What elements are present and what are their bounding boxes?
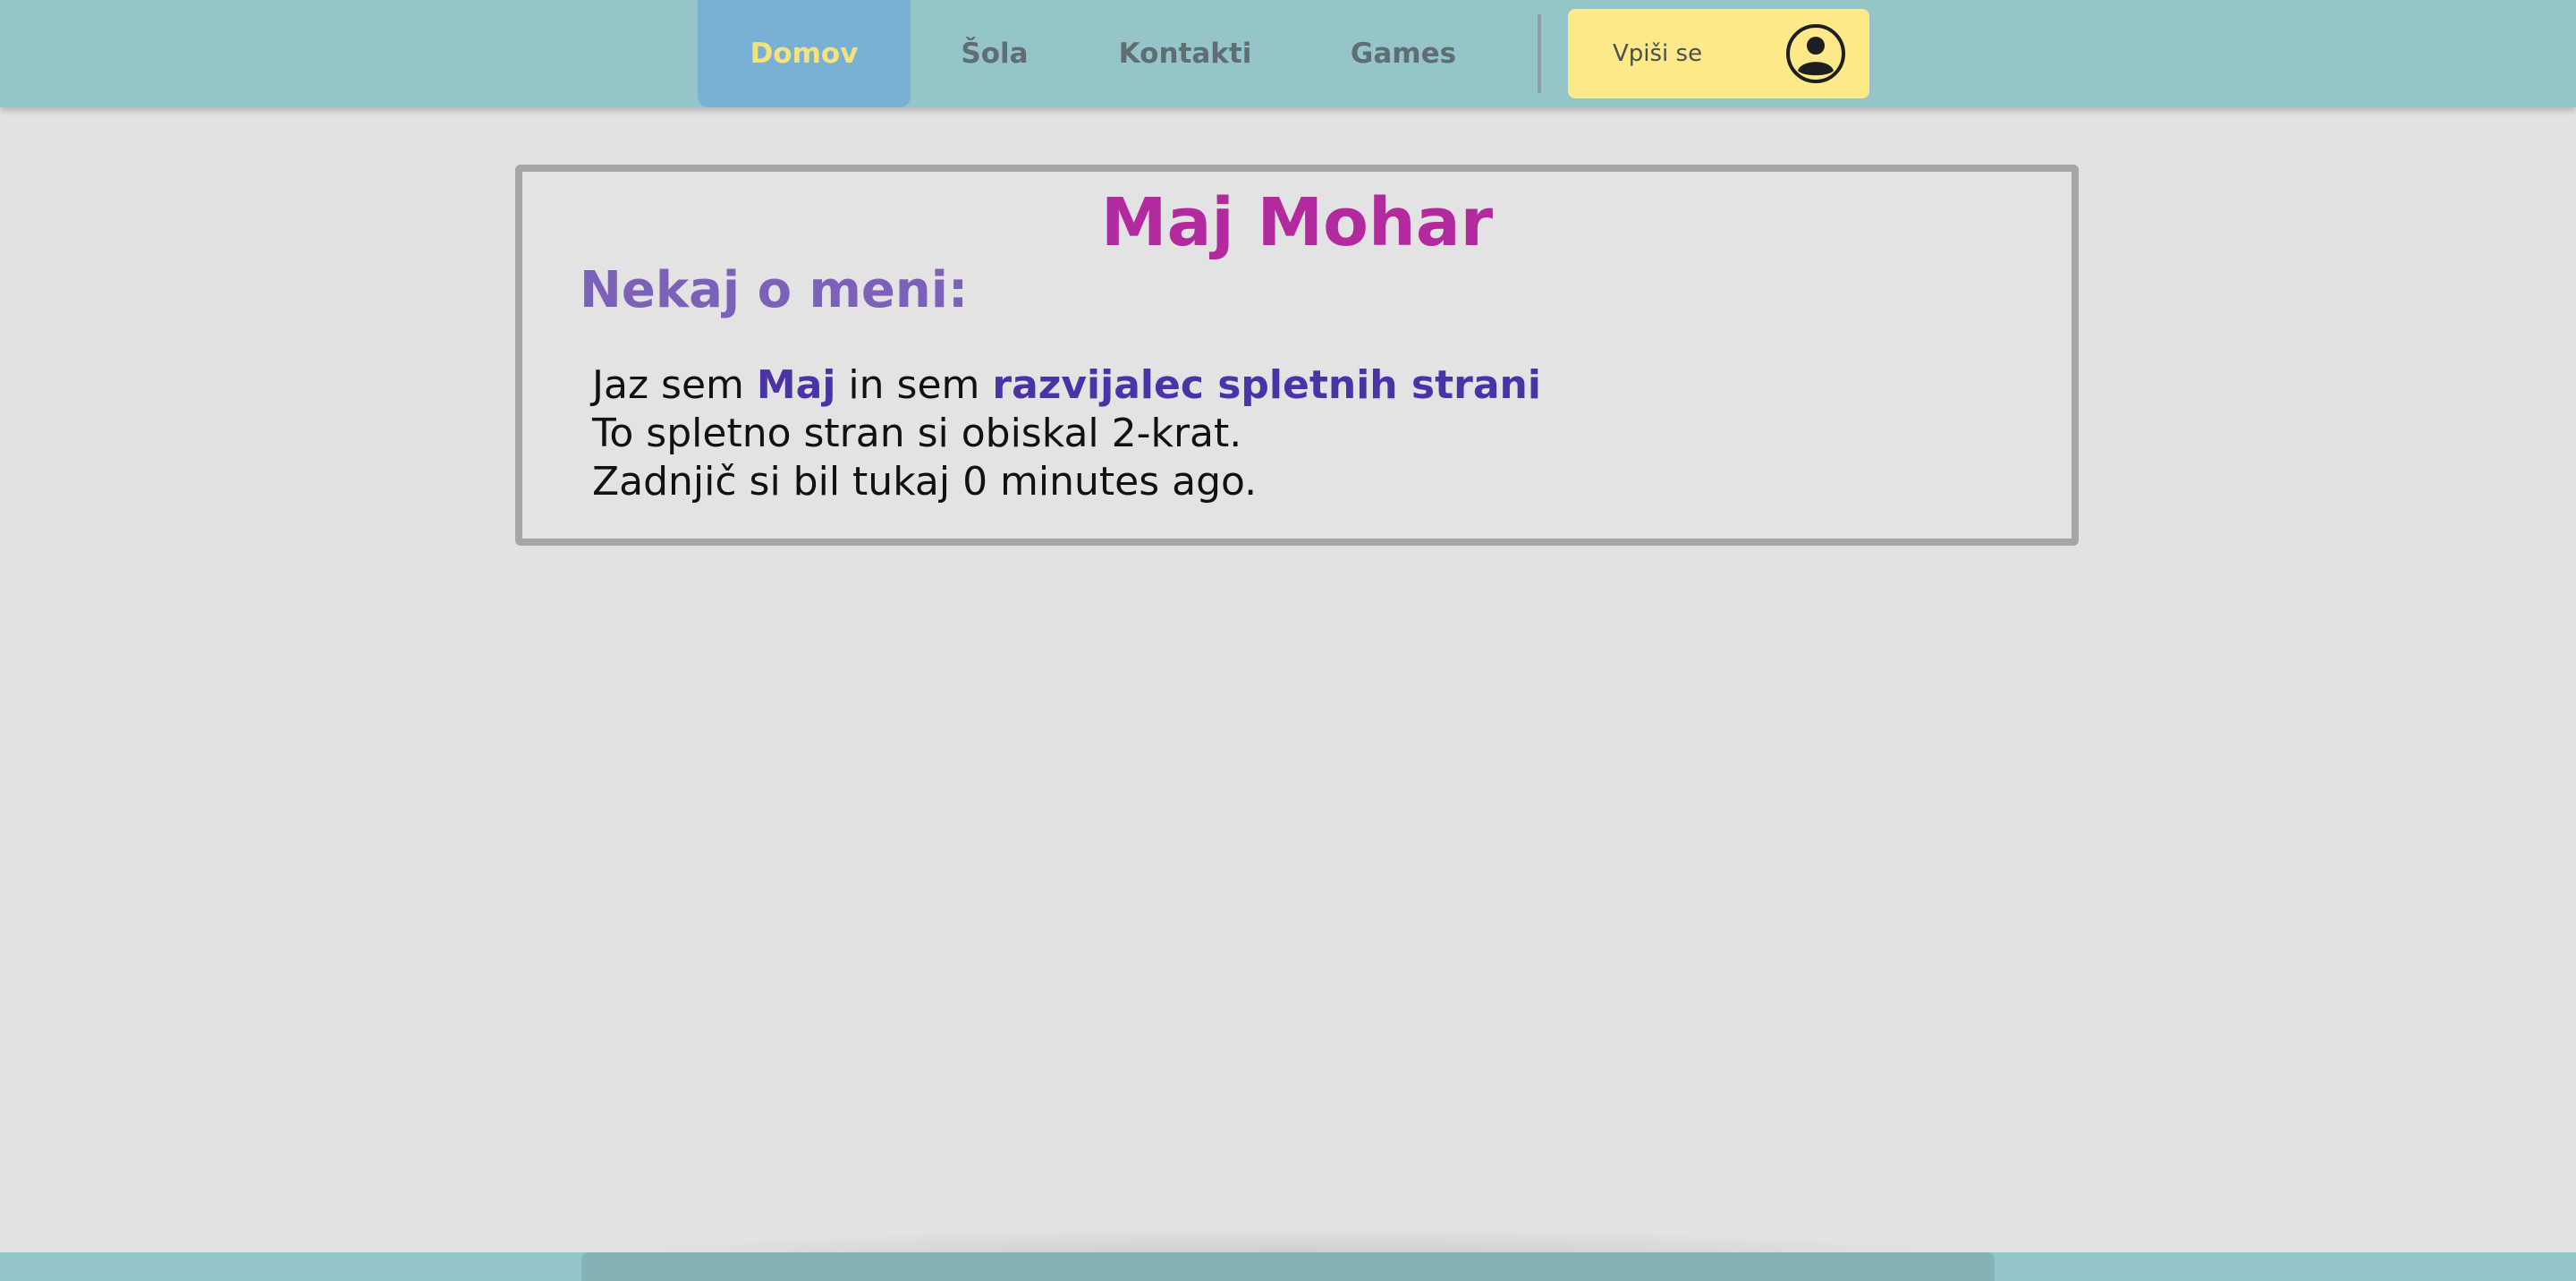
about-heading: Nekaj o meni: xyxy=(580,261,969,319)
intro-middle: in sem xyxy=(835,362,993,408)
footer-inner xyxy=(581,1252,1995,1281)
page-title: Maj Mohar xyxy=(1100,184,1494,261)
user-circle-icon xyxy=(1786,24,1845,83)
last-visit-line: Zadnjič si bil tukaj 0 minutes ago. xyxy=(592,459,1258,505)
nav-item-domov[interactable]: Domov xyxy=(698,0,911,107)
about-text: Jaz sem Maj in sem razvijalec spletnih s… xyxy=(592,361,1541,506)
intro-line: Jaz sem Maj in sem razvijalec spletnih s… xyxy=(592,361,1541,410)
visits-line: To spletno stran si obiskal 2-krat. xyxy=(592,411,1242,456)
nav-item-sola[interactable]: Šola xyxy=(911,0,1079,107)
navbar: Domov Šola Kontakti Games Vpiši se xyxy=(0,0,2576,107)
nav-divider xyxy=(1538,14,1541,93)
page: Domov Šola Kontakti Games Vpiši se Maj M… xyxy=(0,0,2576,1281)
login-label: Vpiši se xyxy=(1613,40,1703,67)
nav-links: Domov Šola Kontakti Games xyxy=(698,0,1515,107)
nav-item-games[interactable]: Games xyxy=(1292,0,1515,107)
login-button[interactable]: Vpiši se xyxy=(1568,9,1869,98)
intro-name: Maj xyxy=(756,362,836,408)
intro-role: razvijalec spletnih strani xyxy=(992,362,1541,408)
nav-item-kontakti[interactable]: Kontakti xyxy=(1079,0,1292,107)
about-card: Maj Mohar Nekaj o meni: Jaz sem Maj in s… xyxy=(515,165,2079,546)
intro-prefix: Jaz sem xyxy=(592,362,757,408)
